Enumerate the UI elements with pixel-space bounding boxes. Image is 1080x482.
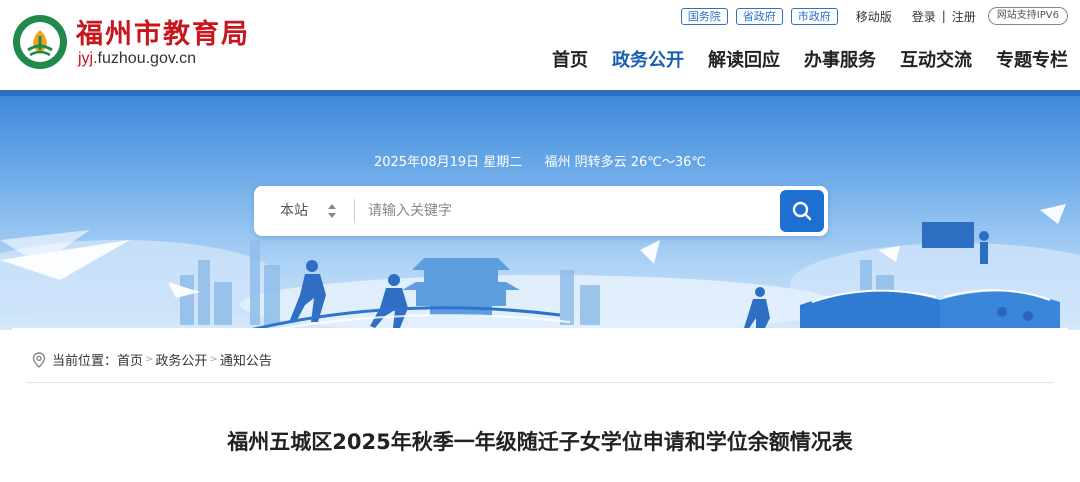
search-bar: 本站 (254, 186, 828, 236)
breadcrumb-prefix: 当前位置： (52, 354, 118, 369)
domain-suffix: .fuzhou.gov.cn (93, 50, 196, 67)
content-card: 当前位置： 首页 > 政务公开 > 通知公告 福州五城区2025年秋季一年级随迁… (12, 328, 1068, 482)
education-emblem-icon[interactable] (12, 14, 68, 70)
nav-interaction[interactable]: 互动交流 (900, 46, 972, 72)
article-title: 福州五城区2025年秋季一年级随迁子女学位申请和学位余额情况表 (227, 430, 853, 454)
nav-interpretation[interactable]: 解读回应 (708, 46, 780, 72)
location-pin-icon (32, 351, 46, 368)
main-nav: 首页 政务公开 解读回应 办事服务 互动交流 专题专栏 (552, 46, 1068, 72)
breadcrumb-separator: > (209, 354, 218, 365)
register-link[interactable]: 注册 (952, 8, 976, 25)
open-book-graphic (800, 289, 1060, 330)
nav-services[interactable]: 办事服务 (804, 46, 876, 72)
gov-link-province[interactable]: 省政府 (735, 7, 783, 25)
ipv6-badge: 网站支持IPV6 (987, 7, 1068, 25)
breadcrumb: 当前位置： 首页 > 政务公开 > 通知公告 (32, 350, 272, 369)
login-link[interactable]: 登录 (912, 8, 936, 25)
search-button[interactable] (780, 190, 824, 232)
site-domain[interactable]: jyj.fuzhou.gov.cn (78, 50, 196, 68)
search-icon (792, 201, 812, 221)
gov-link-city[interactable]: 市政府 (790, 7, 838, 25)
breadcrumb-divider (26, 382, 1054, 383)
login-separator: | (941, 9, 946, 23)
domain-prefix: jyj (78, 50, 94, 67)
breadcrumb-notices[interactable]: 通知公告 (220, 350, 272, 369)
mobile-version-link[interactable]: 移动版 (856, 8, 892, 25)
sort-arrows-icon[interactable] (328, 204, 336, 218)
breadcrumb-home[interactable]: 首页 (117, 350, 143, 369)
search-input[interactable] (368, 196, 768, 226)
nav-home[interactable]: 首页 (552, 46, 588, 72)
site-name[interactable]: 福州市教育局 (76, 12, 250, 51)
top-links: 国务院 省政府 市政府 移动版 登录 | 注册 网站支持IPV6 (680, 7, 1068, 25)
search-divider (354, 199, 355, 223)
hero-banner: 2025年08月19日 星期二 福州 阴转多云 26℃～36℃ 本站 (0, 90, 1080, 330)
weather-info: 福州 阴转多云 26℃～36℃ (544, 155, 706, 170)
nav-government-affairs[interactable]: 政务公开 (612, 46, 684, 72)
current-date: 2025年08月19日 星期二 (373, 155, 523, 170)
site-header: 福州市教育局 jyj.fuzhou.gov.cn 国务院 省政府 市政府 移动版… (0, 0, 1080, 90)
date-weather-line: 2025年08月19日 星期二 福州 阴转多云 26℃～36℃ (0, 151, 1080, 170)
breadcrumb-government-affairs[interactable]: 政务公开 (155, 350, 207, 369)
breadcrumb-separator: > (145, 354, 154, 365)
nav-special-topics[interactable]: 专题专栏 (996, 46, 1068, 72)
search-scope-select[interactable]: 本站 (280, 186, 308, 236)
gov-link-state-council[interactable]: 国务院 (680, 7, 728, 25)
